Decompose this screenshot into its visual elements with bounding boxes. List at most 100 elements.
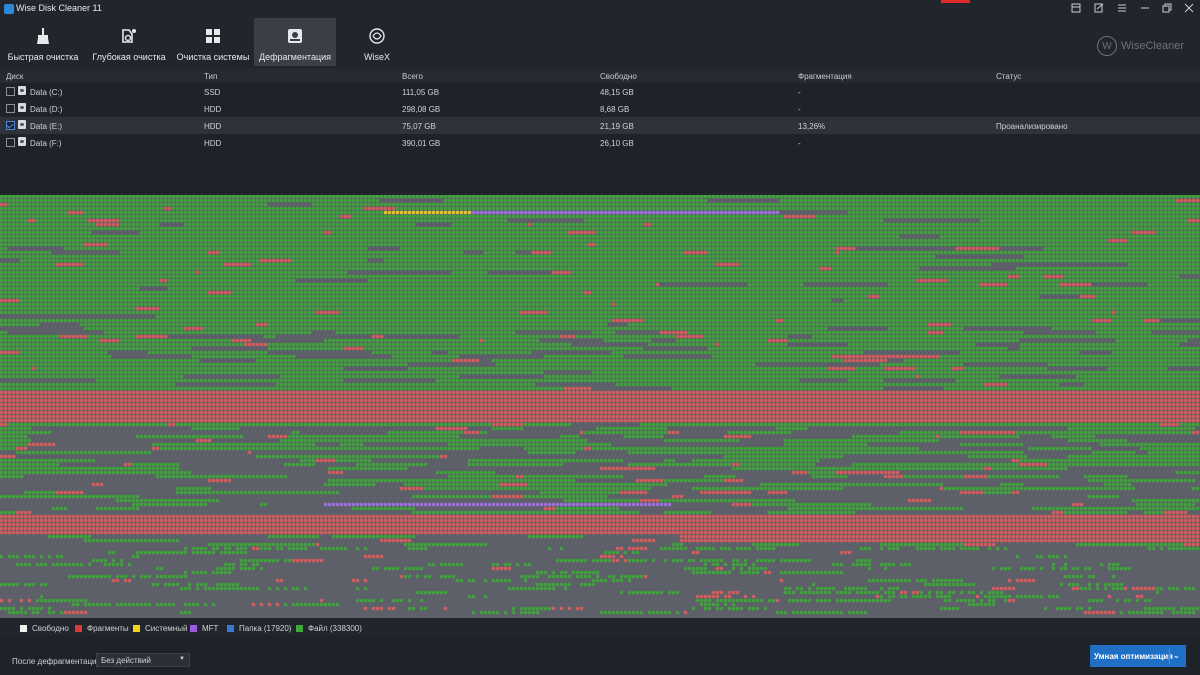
drive-icon [18, 120, 26, 129]
legend-folder: Папка (17920) [227, 624, 291, 633]
tab-quick-clean[interactable]: Быстрая очистка [0, 18, 86, 66]
tab-defrag[interactable]: Дефрагментация [254, 18, 336, 66]
disk-free: 21,19 GB [600, 122, 634, 131]
drive-icon [18, 103, 26, 112]
disk-fragmentation: - [798, 105, 801, 114]
disk-cluster-map [0, 195, 1200, 618]
edit-icon[interactable] [1087, 0, 1110, 16]
disk-table-header: Диск Тип Всего Свободно Фрагментация Ста… [0, 69, 1200, 83]
disk-total: 298,08 GB [402, 105, 441, 114]
legend-fragments: Фрагменты [75, 624, 129, 633]
tab-quick-clean-label: Быстрая очистка [7, 52, 79, 62]
tab-wisex-label: WiseX [363, 52, 390, 62]
legend-label: Свободно [32, 624, 69, 633]
tab-deep-clean-label: Глубокая очистка [92, 52, 166, 62]
chevron-down-icon[interactable]: ⌄ [1173, 651, 1180, 660]
disk-checkbox[interactable] [6, 104, 15, 113]
col-fragmentation[interactable]: Фрагментация [798, 72, 852, 81]
disk-checkbox[interactable] [6, 138, 15, 147]
disk-row[interactable]: Data (D:) HDD 298,08 GB 8,68 GB - [0, 100, 1200, 117]
tab-system-clean-label: Очистка системы [176, 52, 250, 62]
disk-total: 390,01 GB [402, 139, 441, 148]
defrag-icon [285, 26, 305, 46]
legend-swatch [133, 625, 140, 632]
disk-name: Data (E:) [30, 122, 63, 131]
brand-name: WiseCleaner [1121, 40, 1184, 52]
legend-file: Файл (338300) [296, 624, 362, 633]
drive-icon [18, 137, 26, 146]
disk-total: 75,07 GB [402, 122, 436, 131]
legend-swatch [75, 625, 82, 632]
after-defrag-value: Без действий [101, 656, 151, 665]
chevron-down-icon: ▼ [179, 656, 185, 662]
close-icon[interactable] [1177, 0, 1200, 16]
col-status[interactable]: Статус [996, 72, 1021, 81]
feedback-icon[interactable] [1064, 0, 1087, 16]
disk-name: Data (D:) [30, 105, 63, 114]
drive-icon [18, 86, 26, 95]
minimize-icon[interactable] [1133, 0, 1156, 16]
legend-swatch [296, 625, 303, 632]
legend-label: MFT [202, 624, 219, 633]
legend-swatch [190, 625, 197, 632]
title-bar: Wise Disk Cleaner 11 [0, 0, 1200, 18]
tab-deep-clean[interactable]: Глубокая очистка [86, 18, 172, 66]
windows-icon [203, 26, 223, 46]
disk-type: HDD [204, 105, 222, 114]
legend-label: Системный [145, 624, 188, 633]
disk-free: 48,15 GB [600, 88, 634, 97]
legend-mft: MFT [190, 624, 218, 633]
smart-optimize-button[interactable]: Умная оптимизация ⌄ [1090, 645, 1186, 667]
disk-free: 8,68 GB [600, 105, 630, 114]
disk-checkbox[interactable] [6, 87, 15, 96]
disk-total: 111,05 GB [402, 88, 440, 97]
broom-icon [33, 26, 53, 46]
disk-type: SSD [204, 88, 221, 97]
legend-label: Фрагменты [87, 624, 129, 633]
smart-optimize-label: Умная оптимизация [1094, 652, 1173, 661]
wisex-icon [367, 26, 387, 46]
disk-free: 26,10 GB [600, 139, 634, 148]
disk-fragmentation: 13,26% [798, 122, 826, 131]
window-title: Wise Disk Cleaner 11 [16, 3, 102, 13]
restore-icon[interactable] [1155, 0, 1178, 16]
legend-label: Папка (17920) [239, 624, 292, 633]
disk-type: HDD [204, 139, 222, 148]
cluster-map-canvas [0, 195, 1200, 618]
footer-bar: После дефрагментации: Без действий ▼ Умн… [0, 636, 1200, 675]
button-separator [1169, 648, 1170, 664]
disk-name: Data (F:) [30, 139, 62, 148]
tab-wisex[interactable]: WiseX [336, 18, 418, 66]
main-toolbar: Быстрая очистка Глубокая очистка Очистка… [0, 18, 1200, 66]
brand-logo: W WiseCleaner [1097, 36, 1184, 56]
disk-table: Диск Тип Всего Свободно Фрагментация Ста… [0, 69, 1200, 193]
menu-icon[interactable] [1110, 0, 1133, 16]
disk-type: HDD [204, 122, 222, 131]
wisecleaner-logo-icon: W [1097, 36, 1118, 56]
legend-swatch [20, 625, 27, 632]
tab-system-clean[interactable]: Очистка системы [172, 18, 254, 66]
disk-row[interactable]: Data (F:) HDD 390,01 GB 26,10 GB - [0, 134, 1200, 151]
after-defrag-label: После дефрагментации: [12, 657, 104, 666]
after-defrag-select[interactable]: Без действий ▼ [96, 653, 190, 667]
col-total[interactable]: Всего [402, 72, 423, 81]
notification-accent-bar [941, 0, 970, 3]
disk-checkbox[interactable] [6, 121, 15, 130]
col-free[interactable]: Свободно [600, 72, 637, 81]
legend-free: Свободно [20, 624, 69, 633]
disk-name: Data (C:) [30, 88, 63, 97]
col-disk[interactable]: Диск [6, 72, 23, 81]
tab-defrag-label: Дефрагментация [258, 52, 332, 62]
disk-fragmentation: - [798, 88, 801, 97]
deep-clean-icon [119, 26, 139, 46]
disk-row-selected[interactable]: Data (E:) HDD 75,07 GB 21,19 GB 13,26% П… [0, 117, 1200, 134]
cluster-legend: Свободно Фрагменты Системный MFT Папка (… [0, 620, 1200, 636]
disk-fragmentation: - [798, 139, 801, 148]
legend-label: Файл (338300) [308, 624, 362, 633]
legend-system: Системный [133, 624, 187, 633]
col-type[interactable]: Тип [204, 72, 217, 81]
disk-row[interactable]: Data (C:) SSD 111,05 GB 48,15 GB - [0, 83, 1200, 100]
legend-swatch [227, 625, 234, 632]
app-logo-icon [4, 4, 14, 14]
disk-status: Проанализировано [996, 122, 1068, 131]
